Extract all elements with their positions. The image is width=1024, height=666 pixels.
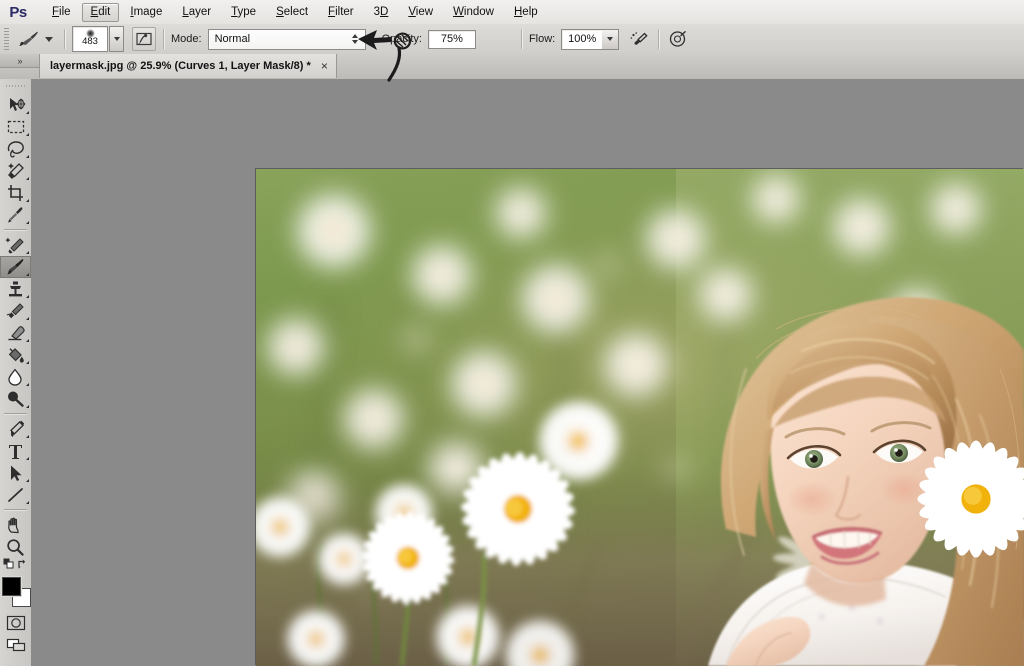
- flow-value: 100%: [568, 33, 597, 45]
- toolbar-separator: [4, 509, 27, 511]
- canvas-artwork: [256, 169, 1024, 666]
- tool-flyout-indicator: [26, 317, 29, 320]
- pen-tool[interactable]: [0, 418, 31, 440]
- mode-label: Mode:: [171, 33, 202, 45]
- tool-flyout-indicator: [26, 339, 29, 342]
- eraser-tool[interactable]: [0, 322, 31, 344]
- eyedropper-tool[interactable]: [0, 204, 31, 226]
- tools-panel-grip[interactable]: [5, 81, 26, 91]
- menu-bar: Ps File Edit Image Layer Type Select Filter 3D V…: [0, 0, 1024, 25]
- tool-flyout-indicator: [26, 361, 29, 364]
- menu-image[interactable]: Image: [121, 3, 171, 22]
- opacity-value: 75%: [440, 33, 463, 45]
- spot-healing-brush-tool[interactable]: [0, 234, 31, 256]
- quick-selection-tool[interactable]: [0, 160, 31, 182]
- lasso-tool[interactable]: [0, 138, 31, 160]
- options-separator-4: [658, 29, 660, 49]
- document-tab-title: layermask.jpg @ 25.9% (Curves 1, Layer M…: [50, 60, 311, 72]
- opacity-label: Opacity:: [381, 33, 422, 45]
- brush-size-dropdown-button[interactable]: [109, 26, 124, 52]
- flow-label: Flow:: [528, 33, 556, 45]
- options-separator-2: [163, 29, 164, 49]
- quick-mask-icon[interactable]: [0, 613, 31, 633]
- close-icon[interactable]: ×: [321, 60, 328, 72]
- tool-flyout-indicator: [26, 251, 29, 254]
- document-tab-strip: » layermask.jpg @ 25.9% (Curves 1, Layer…: [0, 54, 1024, 80]
- tool-flyout-indicator: [26, 435, 29, 438]
- menu-filter[interactable]: Filter: [319, 3, 363, 22]
- color-controls-row: [0, 558, 31, 571]
- tool-flyout-indicator: [26, 273, 29, 276]
- menu-select[interactable]: Select: [267, 3, 317, 22]
- tools-panel: [0, 79, 32, 666]
- tool-flyout-indicator: [26, 295, 29, 298]
- tool-flyout-indicator: [26, 177, 29, 180]
- menu-window[interactable]: Window: [444, 3, 503, 22]
- tool-flyout-indicator: [26, 221, 29, 224]
- swap-colors-icon[interactable]: [17, 558, 28, 572]
- tool-flyout-indicator: [26, 501, 29, 504]
- menu-3d[interactable]: 3D: [365, 3, 398, 22]
- paint-bucket-tool[interactable]: [0, 344, 31, 366]
- tool-flyout-indicator: [26, 457, 29, 460]
- hand-tool[interactable]: [0, 514, 31, 536]
- toolbar-separator: [4, 229, 27, 231]
- default-colors-icon[interactable]: [3, 558, 14, 572]
- opacity-input[interactable]: 75%: [427, 29, 476, 49]
- menu-help[interactable]: Help: [505, 3, 547, 22]
- brush-size-value: 483: [82, 36, 98, 47]
- menu-view[interactable]: View: [399, 3, 442, 22]
- document-tab[interactable]: layermask.jpg @ 25.9% (Curves 1, Layer M…: [39, 54, 337, 78]
- workspace: [31, 79, 1024, 666]
- tool-flyout-indicator: [26, 155, 29, 158]
- dodge-tool[interactable]: [0, 388, 31, 410]
- options-separator-3: [520, 29, 522, 49]
- clone-stamp-tool[interactable]: [0, 278, 31, 300]
- options-separator: [64, 29, 65, 49]
- foreground-color-swatch[interactable]: [2, 577, 21, 596]
- brush-size-preview[interactable]: 483: [72, 26, 108, 52]
- move-tool[interactable]: [0, 94, 31, 116]
- toolbar-separator: [4, 413, 27, 415]
- menu-edit[interactable]: Edit: [81, 2, 120, 22]
- tool-flyout-indicator: [26, 479, 29, 482]
- menu-type[interactable]: Type: [222, 3, 265, 22]
- image-canvas[interactable]: [256, 169, 1024, 666]
- type-tool[interactable]: [0, 440, 31, 462]
- tool-flyout-indicator: [26, 405, 29, 408]
- brush-icon[interactable]: [15, 28, 43, 50]
- menu-layer[interactable]: Layer: [173, 3, 220, 22]
- history-brush-tool[interactable]: [0, 300, 31, 322]
- photoshop-window: Ps File Edit Image Layer Type Select Filter 3D V…: [0, 0, 1024, 666]
- options-bar-grip[interactable]: [2, 28, 11, 50]
- panel-collapse-button[interactable]: »: [0, 54, 40, 68]
- blend-mode-select[interactable]: Normal: [207, 28, 366, 50]
- line-tool[interactable]: [0, 484, 31, 506]
- tablet-pressure-icon[interactable]: [666, 27, 690, 51]
- flow-dropdown-button[interactable]: [602, 28, 620, 50]
- photoshop-logo: Ps: [9, 3, 27, 21]
- flow-input[interactable]: 100%: [561, 28, 603, 50]
- screen-mode-icon[interactable]: [0, 635, 31, 655]
- brush-preset-chevron-down-icon[interactable]: [45, 36, 53, 42]
- tool-flyout-indicator: [26, 199, 29, 202]
- tool-flyout-indicator: [26, 383, 29, 386]
- crop-tool[interactable]: [0, 182, 31, 204]
- rectangular-marquee-tool[interactable]: [0, 116, 31, 138]
- path-selection-tool[interactable]: [0, 462, 31, 484]
- brush-panel-toggle-button[interactable]: [132, 27, 156, 51]
- color-swatches: [0, 575, 31, 609]
- blend-mode-stepper-icon: [348, 31, 363, 48]
- menu-file[interactable]: File: [43, 3, 80, 22]
- zoom-tool[interactable]: [0, 536, 31, 558]
- tool-flyout-indicator: [26, 111, 29, 114]
- brush-tool[interactable]: [0, 256, 31, 278]
- blur-tool[interactable]: [0, 366, 31, 388]
- tool-options-bar: 483 Mode: Normal Opacity: 75% Flow: 100%: [0, 24, 1024, 55]
- tool-flyout-indicator: [26, 133, 29, 136]
- blend-mode-value: Normal: [214, 33, 251, 45]
- airbrush-icon[interactable]: [627, 27, 651, 51]
